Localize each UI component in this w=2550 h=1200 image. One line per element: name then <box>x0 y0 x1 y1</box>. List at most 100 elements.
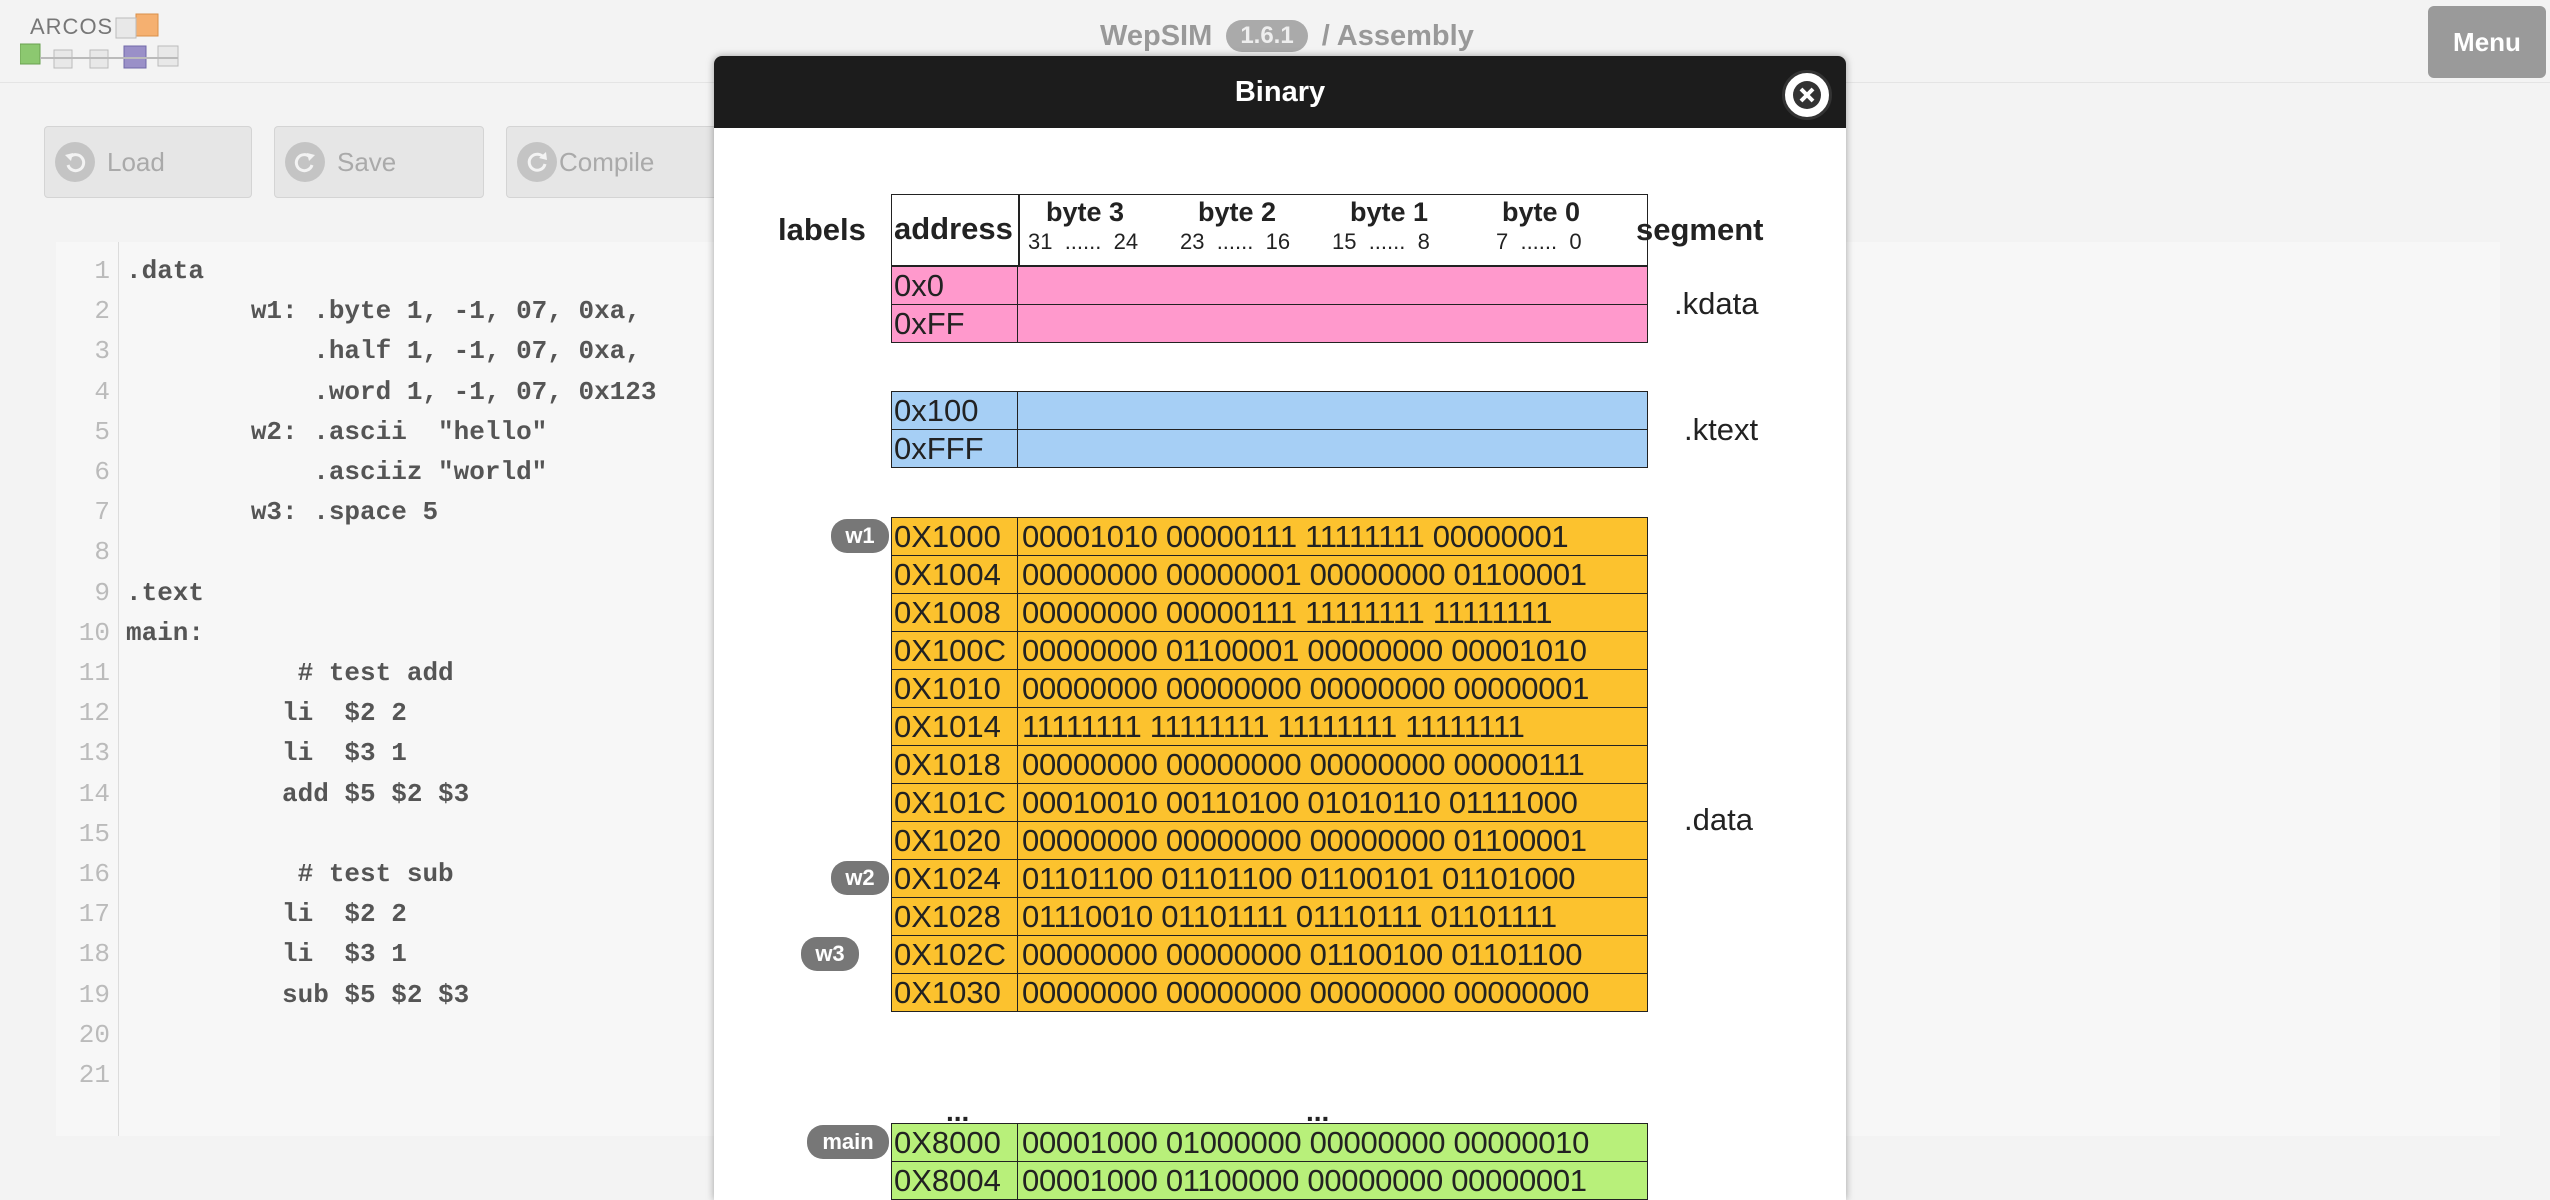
memory-address: 0X1018 <box>892 746 1018 783</box>
code-line: .asciiz "world" <box>126 457 548 487</box>
section-name: / Assembly <box>1321 20 1474 52</box>
code-line: .half 1, -1, 07, 0xa, <box>126 336 641 367</box>
data-block: 0X1000 00001010 00000111 11111111 0000000… <box>891 517 1648 1012</box>
line-number: 12 <box>78 698 110 729</box>
dialog-header: Binary <box>714 56 1846 128</box>
line-number: 3 <box>94 336 110 367</box>
memory-row: 0X8000 00001000 01000000 00000000 0000001… <box>892 1124 1647 1162</box>
segment-name: .kdata <box>1674 286 1759 321</box>
byte-header-name: byte 2 <box>1198 197 1277 227</box>
code-line: li $2 2 <box>126 698 407 729</box>
logo-text: ARCOS <box>30 14 114 39</box>
segment-header: segment <box>1636 212 1764 247</box>
line-number-gutter: 1 2 3 4 5 6 7 8 9 10 11 12 13 14 15 16 17 18 19 20 21 <box>56 242 119 1136</box>
memory-value: 00000000 00000000 00000000 01100001 <box>1022 823 1587 858</box>
memory-address: 0x0 <box>892 267 1018 304</box>
memory-row: 0X1024 01101100 01101100 01100101 0110100… <box>892 860 1647 898</box>
memory-row: 0X8004 00001000 01100000 00000000 0000000… <box>892 1162 1647 1200</box>
dialog-body: labels address byte 3 31 ...... 24 byte 22… <box>714 128 1846 1200</box>
memory-value: 00000000 01100001 00000000 00001010 <box>1022 633 1587 668</box>
segment-name: .data <box>1684 802 1753 837</box>
code-line: # test sub <box>126 859 454 889</box>
memory-value: 01110010 01101111 01110111 01101111 <box>1022 899 1557 934</box>
labels-header: labels <box>778 212 866 247</box>
line-number: 16 <box>78 859 110 889</box>
load-label: Load <box>107 146 165 177</box>
line-number: 11 <box>78 658 110 688</box>
memory-row: 0X1014 11111111 11111111 11111111 1111111… <box>892 708 1647 746</box>
line-number: 13 <box>78 738 110 769</box>
segment-name: .ktext <box>1684 412 1759 447</box>
memory-value: 01101100 01101100 01100101 01101000 <box>1022 861 1576 896</box>
code-line: w3: .space 5 <box>126 497 439 528</box>
load-button[interactable]: Load <box>44 126 252 198</box>
binary-dialog: Binary labels address byte 3 31 ...... 24… <box>714 56 1846 1200</box>
line-number: 21 <box>78 1060 110 1090</box>
undo-icon <box>55 142 95 182</box>
code-line: .text <box>126 577 205 608</box>
memory-value: 00001010 00000111 11111111 00000001 <box>1022 519 1569 554</box>
memory-row: 0x100 <box>892 392 1647 430</box>
memory-value: 00000000 00000000 00000000 00000000 <box>1022 975 1590 1010</box>
memory-address: 0X1030 <box>892 974 1018 1012</box>
memory-value: 00000000 00000000 00000000 00000111 <box>1022 747 1585 782</box>
memory-row: 0X1028 01110010 01101111 01110111 0110111… <box>892 898 1647 936</box>
code-line: sub $5 $2 $3 <box>126 979 470 1010</box>
line-number: 20 <box>78 1019 110 1050</box>
code-line: w1: .byte 1, -1, 07, 0xa, <box>126 296 641 327</box>
line-number: 1 <box>94 256 110 286</box>
memory-value: 00000000 00000000 00000000 00000001 <box>1022 671 1590 706</box>
memory-row: 0xFFF <box>892 430 1647 468</box>
label-badge: w1 <box>831 519 889 553</box>
version-badge: 1.6.1 <box>1226 20 1308 52</box>
label-badge: w2 <box>831 861 889 895</box>
page-title: WepSIM 1.6.1 / Assembly <box>1100 20 1474 53</box>
memory-row: 0X1020 00000000 00000000 00000000 0110000… <box>892 822 1647 860</box>
text-block: 0X8000 00001000 01000000 00000000 0000001… <box>891 1123 1648 1200</box>
memory-value: 11111111 11111111 11111111 11111111 <box>1022 709 1525 744</box>
byte-header-range: 23 ...... 16 <box>1180 229 1291 254</box>
menu-button[interactable]: Menu <box>2428 6 2546 78</box>
byte-header-name: byte 0 <box>1502 197 1581 227</box>
compile-button[interactable]: Compile <box>506 126 718 198</box>
byte-header-range: 31 ...... 24 <box>1028 229 1139 254</box>
memory-address: 0X1000 <box>892 518 1018 555</box>
memory-address: 0X100C <box>892 632 1018 669</box>
kdata-block: 0x0 0xFF <box>891 266 1648 343</box>
redo-icon <box>285 142 325 182</box>
memory-row: 0X100C 00000000 01100001 00000000 0000101… <box>892 632 1647 670</box>
code-line: # test add <box>126 658 454 688</box>
line-number: 19 <box>78 979 110 1010</box>
byte-header-range: 7 ...... 0 <box>1496 229 1582 254</box>
close-icon <box>1793 81 1821 109</box>
close-button[interactable] <box>1782 70 1832 120</box>
line-number: 14 <box>78 778 110 809</box>
compile-label: Compile <box>559 146 655 177</box>
code-line: .word 1, -1, 07, 0x123 <box>126 376 657 407</box>
code-line: add $5 $2 $3 <box>126 778 470 809</box>
table-header: address byte 3 31 ...... 24 byte 2 23 .....… <box>891 194 1648 266</box>
line-number: 2 <box>94 296 110 327</box>
memory-value: 00010010 00110100 01010110 01111000 <box>1022 785 1578 820</box>
memory-value: 00000000 00000000 01100100 01101100 <box>1022 937 1583 972</box>
line-number: 18 <box>78 939 110 970</box>
line-number: 5 <box>94 416 110 447</box>
memory-address: 0X1028 <box>892 898 1018 935</box>
memory-address: 0X1014 <box>892 708 1018 745</box>
memory-address: 0X1020 <box>892 822 1018 859</box>
code-line: .data <box>126 256 205 286</box>
line-number: 7 <box>94 497 110 528</box>
memory-row: 0X1004 00000000 00000001 00000000 0110000… <box>892 556 1647 594</box>
memory-address: 0x100 <box>892 392 1018 429</box>
line-number: 8 <box>94 537 110 568</box>
memory-address: 0X1010 <box>892 670 1018 707</box>
label-badge: main <box>807 1125 889 1159</box>
memory-address: 0X1008 <box>892 594 1018 631</box>
line-number: 15 <box>78 818 110 849</box>
memory-row: 0X1018 00000000 00000000 00000000 0000011… <box>892 746 1647 784</box>
byte-header-range: 15 ...... 8 <box>1332 229 1430 254</box>
ktext-block: 0x100 0xFFF <box>891 391 1648 468</box>
save-button[interactable]: Save <box>274 126 484 198</box>
memory-address: 0X8000 <box>892 1124 1018 1161</box>
header-divider <box>1018 195 1020 265</box>
